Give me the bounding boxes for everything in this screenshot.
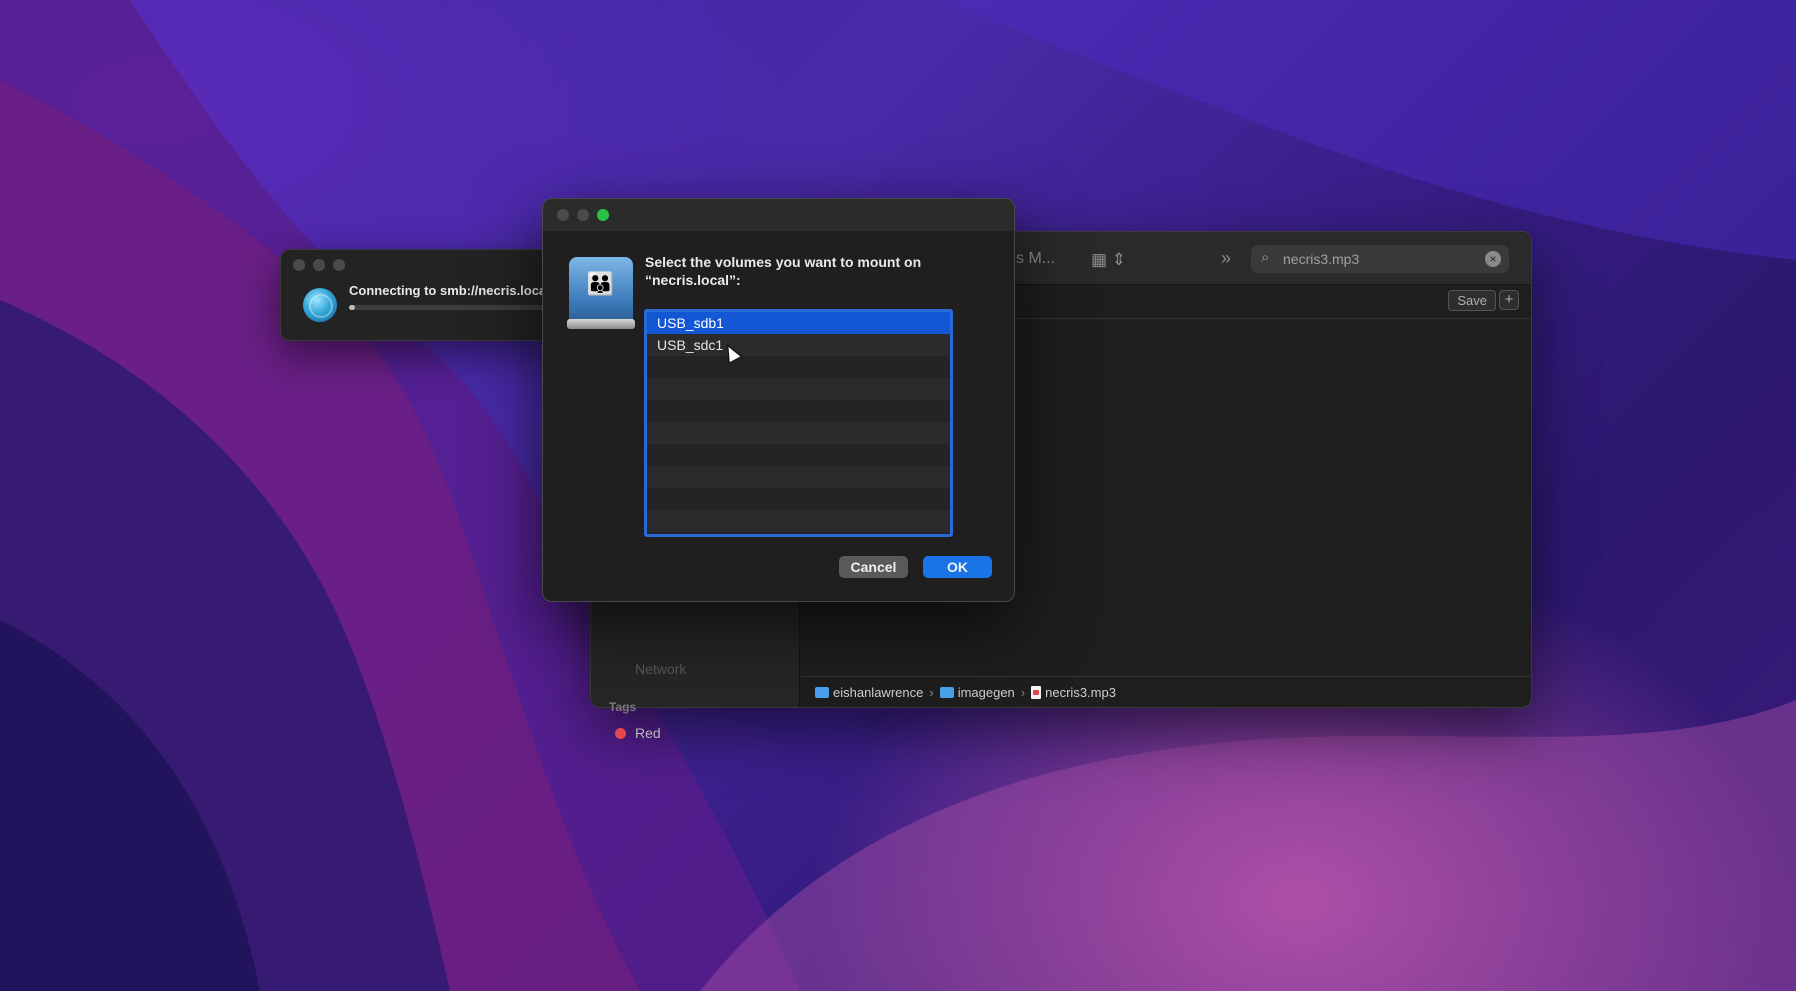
- shared-drive-icon: 👪: [567, 257, 635, 329]
- close-button[interactable]: [293, 259, 305, 271]
- path-item[interactable]: necris3.mp3: [1031, 685, 1116, 700]
- add-criteria-button[interactable]: +: [1499, 290, 1519, 310]
- minimize-button: [577, 209, 589, 221]
- minimize-button[interactable]: [313, 259, 325, 271]
- connecting-window: Connecting to smb://necris.local/: [280, 249, 562, 341]
- sidebar-heading-tags: Tags: [609, 700, 637, 714]
- empty-row: [647, 422, 950, 444]
- mount-volumes-dialog: 👪 Select the volumes you want to mount o…: [542, 198, 1015, 602]
- zoom-button[interactable]: [597, 209, 609, 221]
- path-item[interactable]: imagegen: [939, 685, 1015, 700]
- volume-item-usb-sdb1[interactable]: USB_sdb1: [647, 312, 950, 334]
- save-search-button[interactable]: Save: [1448, 290, 1496, 311]
- sidebar-item-network[interactable]: Network: [635, 661, 686, 677]
- path-item[interactable]: eishanlawrence: [815, 685, 923, 700]
- path-bar: eishanlawrence › imagegen › necris3.mp3: [801, 676, 1531, 707]
- search-input[interactable]: necris3.mp3: [1283, 251, 1359, 267]
- connection-progress-fill: [349, 305, 355, 310]
- search-field[interactable]: ⌕ necris3.mp3 ×: [1251, 245, 1509, 273]
- empty-row: [647, 488, 950, 510]
- people-glyph: 👪: [586, 271, 616, 296]
- cancel-button[interactable]: Cancel: [839, 556, 908, 578]
- audio-file-icon: [1031, 685, 1042, 699]
- chevron-more-icon[interactable]: »: [1221, 248, 1231, 269]
- empty-row: [647, 444, 950, 466]
- empty-row: [647, 356, 950, 378]
- connection-progress-bar: [349, 305, 549, 310]
- folder-icon: [939, 686, 954, 698]
- dialog-titlebar: [543, 199, 1014, 231]
- path-separator: ›: [929, 684, 934, 700]
- empty-row: [647, 466, 950, 488]
- empty-row: [647, 378, 950, 400]
- empty-row: [647, 400, 950, 422]
- dialog-prompt: Select the volumes you want to mount on …: [645, 254, 922, 288]
- search-icon: ⌕: [1261, 249, 1270, 266]
- folder-icon: [815, 686, 829, 698]
- grid-view-icon[interactable]: ▦ ⇕: [1091, 250, 1126, 270]
- close-button: [557, 209, 569, 221]
- connecting-status: Connecting to smb://necris.local/: [349, 283, 554, 298]
- volume-item-usb-sdc1[interactable]: USB_sdc1: [647, 334, 950, 356]
- sidebar-item-tag-red[interactable]: Red: [635, 725, 661, 741]
- finder-title: s M...: [1016, 250, 1056, 267]
- ok-button[interactable]: OK: [923, 556, 992, 578]
- network-globe-icon: [303, 288, 337, 322]
- clear-icon[interactable]: ×: [1485, 251, 1501, 267]
- volume-list[interactable]: USB_sdb1 USB_sdc1: [644, 309, 953, 537]
- empty-row: [647, 510, 950, 532]
- path-separator: ›: [1020, 684, 1026, 700]
- tag-red-dot-icon: [615, 728, 626, 739]
- zoom-button[interactable]: [333, 259, 345, 271]
